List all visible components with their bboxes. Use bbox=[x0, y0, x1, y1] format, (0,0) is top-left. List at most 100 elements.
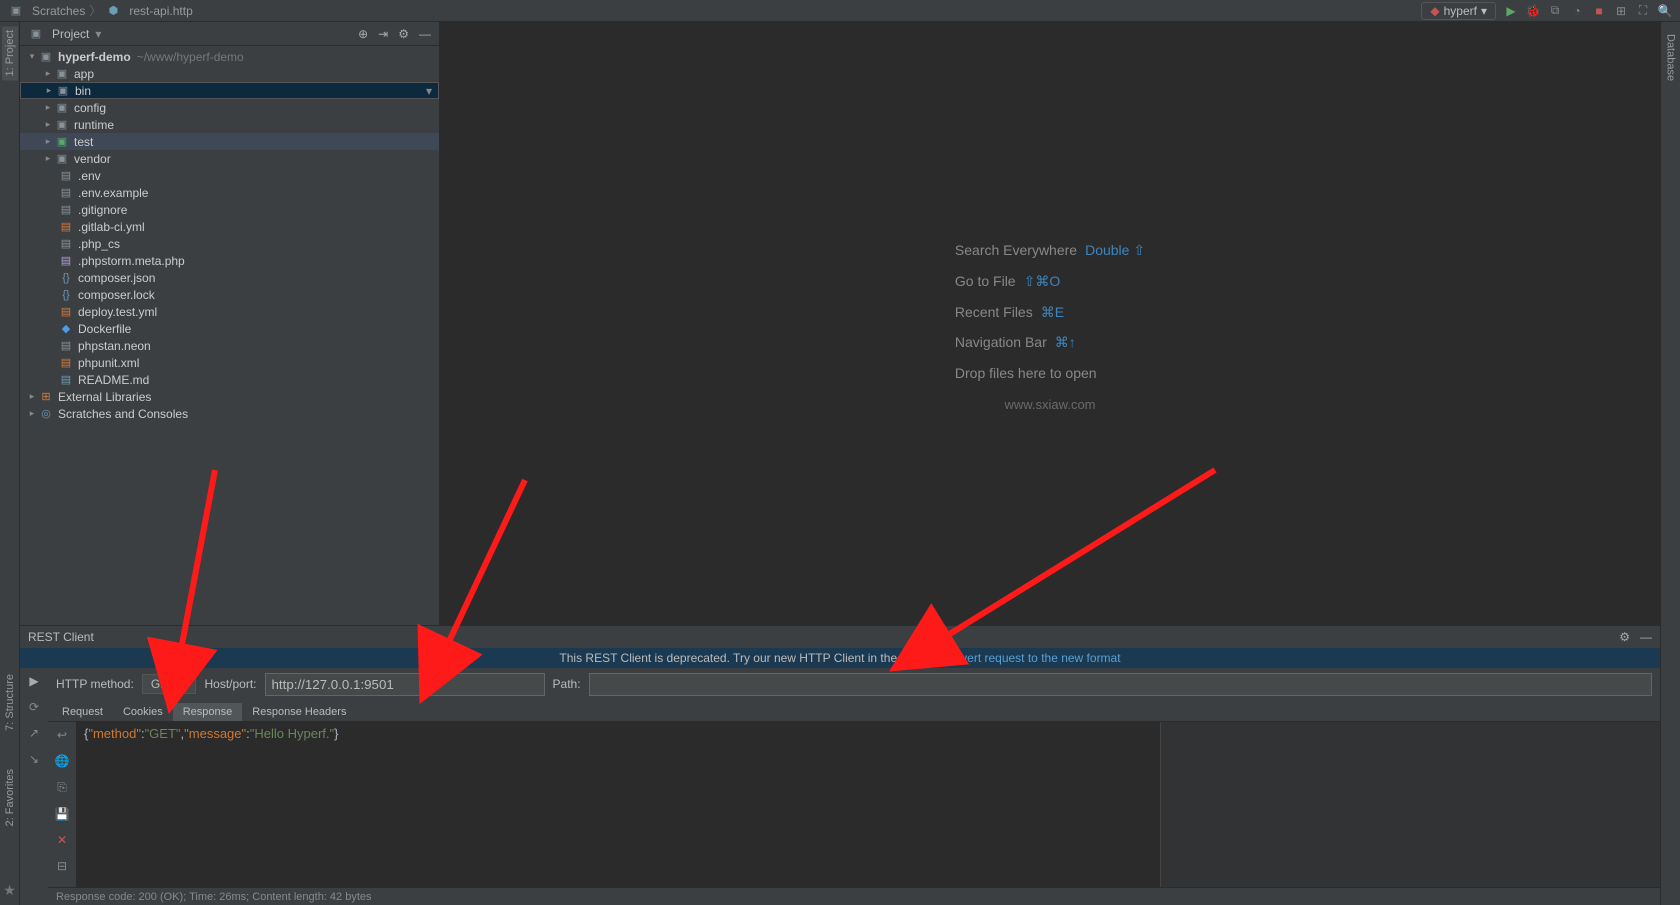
favorites-tool-tab[interactable]: 2: Favorites bbox=[2, 765, 18, 830]
favorites-icon[interactable]: ★ bbox=[3, 882, 16, 899]
tree-file[interactable]: ▤.env.example bbox=[20, 184, 439, 201]
convert-link[interactable]: Convert request to the new format bbox=[939, 651, 1120, 665]
tree-scratches[interactable]: ▸◎Scratches and Consoles bbox=[20, 405, 439, 422]
expand-icon[interactable]: ⛶ bbox=[1636, 4, 1650, 18]
file-icon: ▤ bbox=[58, 254, 74, 267]
import-icon[interactable]: ↘ bbox=[29, 752, 39, 766]
database-tool-tab[interactable]: Database bbox=[1663, 30, 1679, 85]
format-icon[interactable]: ⊟ bbox=[57, 859, 67, 873]
tree-folder[interactable]: ▸▣app bbox=[20, 65, 439, 82]
run-config-label: hyperf bbox=[1444, 4, 1477, 18]
gear-icon[interactable]: ⚙ bbox=[1619, 630, 1630, 644]
search-icon[interactable]: 🔍 bbox=[1658, 4, 1672, 18]
chevron-down-icon[interactable]: ▾ bbox=[95, 27, 101, 41]
hide-icon[interactable]: — bbox=[1640, 630, 1652, 644]
arrow-right-icon[interactable]: ▸ bbox=[42, 119, 54, 130]
rest-toolbar: ▶ ⟳ ↗ ↘ bbox=[20, 668, 48, 905]
breadcrumb[interactable]: ▣ Scratches 〉 ⬢ rest-api.http bbox=[8, 2, 193, 19]
run-icon[interactable]: ▶ bbox=[1504, 4, 1518, 18]
stop-icon[interactable]: ■ bbox=[1592, 4, 1606, 18]
right-tool-gutter: Database bbox=[1660, 22, 1680, 905]
run-icon[interactable]: ▶ bbox=[29, 674, 38, 688]
method-label: HTTP method: bbox=[56, 677, 134, 691]
arrow-right-icon[interactable]: ▸ bbox=[26, 391, 38, 402]
tree-folder[interactable]: ▸▣vendor bbox=[20, 150, 439, 167]
empty-editor[interactable]: Search EverywhereDouble ⇧ Go to File⇧⌘O … bbox=[440, 22, 1660, 625]
profile-icon[interactable]: ◔ bbox=[1570, 4, 1584, 18]
tab-request[interactable]: Request bbox=[52, 703, 113, 721]
arrow-right-icon[interactable]: ▸ bbox=[42, 153, 54, 164]
copy-icon[interactable]: ⎘ bbox=[57, 780, 67, 795]
tree-file[interactable]: ▤ phpunit.xml bbox=[20, 354, 439, 371]
status-text: Response code: 200 (OK); Time: 26ms; Con… bbox=[56, 891, 372, 903]
response-side-panel bbox=[1160, 722, 1660, 887]
arrow-down-icon[interactable]: ▾ bbox=[26, 51, 38, 62]
tree-folder[interactable]: ▸▣test bbox=[20, 133, 439, 150]
response-toolbar: ↩ 🌐 ⎘ 💾 ✕ ⊟ bbox=[48, 722, 76, 887]
tree-file[interactable]: ◆Dockerfile bbox=[20, 320, 439, 337]
breadcrumb-root[interactable]: Scratches bbox=[32, 4, 85, 18]
arrow-right-icon[interactable]: ▸ bbox=[42, 136, 54, 147]
browser-icon[interactable]: 🌐 bbox=[55, 754, 70, 768]
tree-root[interactable]: ▾ ▣ hyperf-demo ~/www/hyperf-demo bbox=[20, 48, 439, 65]
folder-icon: ▣ bbox=[8, 4, 24, 17]
response-body[interactable]: {"method":"GET","message":"Hello Hyperf.… bbox=[76, 722, 1160, 887]
locate-icon[interactable]: ⊕ bbox=[358, 27, 368, 41]
tree-folder[interactable]: ▸▣config bbox=[20, 99, 439, 116]
collapse-icon[interactable]: ⇥ bbox=[378, 27, 388, 41]
file-icon: {} bbox=[58, 289, 74, 301]
arrow-right-icon[interactable]: ▸ bbox=[43, 85, 55, 96]
arrow-right-icon[interactable]: ▸ bbox=[26, 408, 38, 419]
tab-cookies[interactable]: Cookies bbox=[113, 703, 173, 721]
arrow-right-icon[interactable]: ▸ bbox=[42, 102, 54, 113]
tree-file[interactable]: ▤.phpstorm.meta.php bbox=[20, 252, 439, 269]
folder-icon: ▣ bbox=[54, 118, 70, 131]
tree-file[interactable]: {}composer.json bbox=[20, 269, 439, 286]
wrap-icon[interactable]: ↩ bbox=[57, 728, 67, 742]
run-config-selector[interactable]: ◆ hyperf ▾ bbox=[1421, 2, 1496, 20]
tree-file[interactable]: ▤.php_cs bbox=[20, 235, 439, 252]
method-select[interactable]: GET bbox=[142, 674, 197, 694]
tree-file[interactable]: ▤phpstan.neon bbox=[20, 337, 439, 354]
hide-icon[interactable]: — bbox=[419, 27, 431, 41]
host-label: Host/port: bbox=[204, 677, 256, 691]
tree-folder[interactable]: ▸▣runtime bbox=[20, 116, 439, 133]
project-tree[interactable]: ▾ ▣ hyperf-demo ~/www/hyperf-demo ▸▣app … bbox=[20, 46, 439, 625]
tab-response-headers[interactable]: Response Headers bbox=[242, 703, 356, 721]
path-input[interactable] bbox=[589, 673, 1652, 696]
hint-goto: Go to File bbox=[955, 273, 1016, 289]
rest-tabs: Request Cookies Response Response Header… bbox=[48, 700, 1660, 722]
tree-file[interactable]: ▤.env bbox=[20, 167, 439, 184]
chevron-right-icon: 〉 bbox=[89, 2, 101, 19]
host-input[interactable] bbox=[265, 673, 545, 696]
tab-response[interactable]: Response bbox=[173, 703, 243, 721]
file-icon: ▤ bbox=[58, 356, 74, 369]
arrow-right-icon[interactable]: ▸ bbox=[42, 68, 54, 79]
save-icon[interactable]: 💾 bbox=[55, 807, 70, 821]
breadcrumb-file[interactable]: rest-api.http bbox=[129, 4, 192, 18]
tree-label: .gitignore bbox=[78, 203, 127, 217]
structure-tool-tab[interactable]: 7: Structure bbox=[2, 670, 18, 735]
export-icon[interactable]: ↗ bbox=[29, 726, 39, 740]
layout-icon[interactable]: ⊞ bbox=[1614, 4, 1628, 18]
close-icon[interactable]: ✕ bbox=[57, 833, 67, 847]
tree-label: phpunit.xml bbox=[78, 356, 139, 370]
tree-label: deploy.test.yml bbox=[78, 305, 157, 319]
gear-icon[interactable]: ⚙ bbox=[398, 27, 409, 41]
tree-file[interactable]: ▤.gitlab-ci.yml bbox=[20, 218, 439, 235]
history-icon[interactable]: ⟳ bbox=[29, 700, 39, 714]
tree-file[interactable]: ▤README.md bbox=[20, 371, 439, 388]
debug-icon[interactable]: 🐞 bbox=[1526, 4, 1540, 18]
project-icon: ▣ bbox=[28, 27, 44, 40]
file-icon: ▤ bbox=[58, 169, 74, 182]
top-bar: ▣ Scratches 〉 ⬢ rest-api.http ◆ hyperf ▾… bbox=[0, 0, 1680, 22]
tree-folder-selected[interactable]: ▸▣bin bbox=[20, 82, 439, 99]
tree-external-libs[interactable]: ▸⊞External Libraries bbox=[20, 388, 439, 405]
tree-file[interactable]: ▤.gitignore bbox=[20, 201, 439, 218]
tree-label: Dockerfile bbox=[78, 322, 131, 336]
coverage-icon[interactable]: ⧉ bbox=[1548, 4, 1562, 18]
project-tool-tab[interactable]: 1: Project bbox=[2, 26, 18, 80]
tree-file[interactable]: ▤deploy.test.yml bbox=[20, 303, 439, 320]
tree-file[interactable]: {}composer.lock bbox=[20, 286, 439, 303]
tree-label: .env.example bbox=[78, 186, 148, 200]
